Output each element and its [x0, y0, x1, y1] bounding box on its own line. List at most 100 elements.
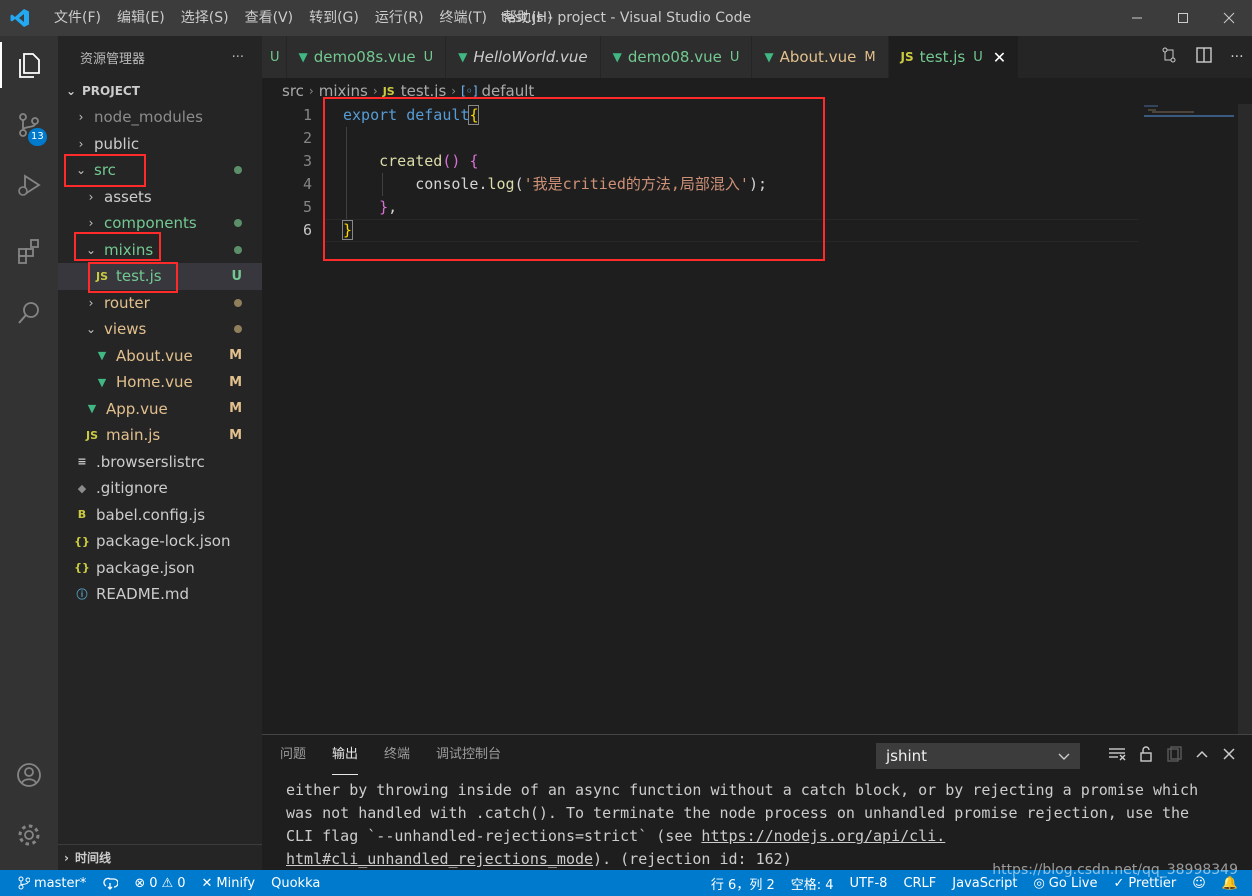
tree-item-label: README.md: [96, 585, 190, 604]
cursor-position[interactable]: 行 6，列 2: [703, 874, 783, 893]
tree-item[interactable]: ◆ .gitignore: [58, 475, 262, 502]
close-icon[interactable]: ✕: [993, 48, 1006, 67]
run-debug-icon[interactable]: [0, 156, 58, 214]
output-link[interactable]: html#cli_unhandled_rejections_mode: [286, 850, 593, 868]
output-line: CLI flag `--unhandled-rejections=strict`…: [286, 825, 1228, 848]
tree-item[interactable]: › node_modules: [58, 104, 262, 131]
menu-edit[interactable]: 编辑(E): [109, 0, 173, 36]
tab-label: About.vue: [779, 48, 857, 66]
error-count: 0: [149, 875, 158, 891]
tree-item[interactable]: {} package-lock.json: [58, 528, 262, 555]
maximize-button[interactable]: [1160, 0, 1206, 36]
project-folder-header[interactable]: ⌄ PROJECT: [58, 78, 262, 104]
more-actions-icon[interactable]: ···: [1230, 49, 1243, 65]
project-title: PROJECT: [82, 84, 140, 98]
tree-item[interactable]: ≡ .browserslistrc: [58, 449, 262, 476]
lock-icon[interactable]: [1138, 746, 1154, 766]
git-file-icon: ◆: [77, 481, 87, 495]
menu-help[interactable]: 帮助(H): [495, 0, 560, 36]
git-status-badge: M: [229, 401, 242, 417]
split-editor-icon[interactable]: [1195, 46, 1213, 68]
menu-run[interactable]: 运行(R): [367, 0, 432, 36]
search-icon[interactable]: [0, 284, 58, 342]
tree-item[interactable]: ▼ About.vue M: [58, 343, 262, 370]
code-editor[interactable]: 1 2 3 4 5 6 export default{ created() { …: [262, 97, 1252, 734]
js-file-icon: JS: [900, 50, 914, 64]
tree-item[interactable]: Bbabel.config.js: [58, 502, 262, 529]
editor-tab[interactable]: ▼ demo08.vue U: [600, 36, 753, 78]
output-channel-select[interactable]: jshint: [876, 743, 1080, 769]
accounts-icon[interactable]: [0, 746, 58, 804]
line-number: 4: [302, 175, 312, 193]
bottom-panel: 问题 输出 终端 调试控制台 jshint either by throwing…: [262, 734, 1252, 870]
tree-item[interactable]: ▼ Home.vue M: [58, 369, 262, 396]
scm-badge: 13: [28, 128, 47, 146]
menu-view[interactable]: 查看(V): [237, 0, 302, 36]
maximize-panel-icon[interactable]: [1194, 746, 1210, 766]
menu-selection[interactable]: 选择(S): [173, 0, 237, 36]
warning-icon: ⚠: [161, 875, 174, 891]
tree-item[interactable]: JS main.js M: [58, 422, 262, 449]
indentation[interactable]: 空格: 4: [783, 874, 842, 893]
sync-icon[interactable]: [94, 876, 126, 890]
problems-item[interactable]: ⊗ 0 ⚠ 0: [126, 876, 193, 891]
tree-item[interactable]: ⌄ views: [58, 316, 262, 343]
line-number: 3: [302, 152, 312, 170]
clear-output-icon[interactable]: [1108, 746, 1126, 766]
chevron-right-icon: ›: [88, 216, 94, 231]
title-bar: 文件(F) 编辑(E) 选择(S) 查看(V) 转到(G) 运行(R) 终端(T…: [0, 0, 1252, 36]
editor-tab[interactable]: ▼ HelloWorld.vue: [446, 36, 601, 78]
menu-terminal[interactable]: 终端(T): [432, 0, 495, 36]
tree-item[interactable]: › router: [58, 290, 262, 317]
tree-item[interactable]: › assets: [58, 184, 262, 211]
editor-tab[interactable]: U: [262, 36, 287, 78]
tab-debug-console[interactable]: 调试控制台: [436, 735, 501, 775]
minimap[interactable]: [1144, 104, 1234, 124]
line-ending[interactable]: CRLF: [895, 876, 944, 891]
close-window-button[interactable]: [1206, 0, 1252, 36]
timeline-section[interactable]: › 时间线: [58, 844, 262, 870]
line-number: 2: [302, 129, 312, 147]
encoding[interactable]: UTF-8: [842, 876, 896, 891]
breadcrumb-src[interactable]: src: [282, 82, 304, 100]
close-panel-icon[interactable]: [1222, 747, 1236, 765]
compare-changes-icon[interactable]: [1160, 46, 1178, 68]
minimize-button[interactable]: [1114, 0, 1160, 36]
vue-file-icon: ▼: [612, 50, 622, 64]
output-link[interactable]: https://nodejs.org/api/cli.: [701, 827, 945, 845]
chevron-down-icon: ⌄: [65, 84, 77, 98]
vue-file-icon: ▼: [87, 402, 97, 416]
editor-tab[interactable]: JS test.js U ✕: [888, 36, 1020, 78]
tree-item-label: About.vue: [116, 346, 193, 365]
explorer-icon[interactable]: [0, 36, 58, 94]
minify-item[interactable]: ✕ Minify: [193, 876, 263, 891]
line-number: 1: [302, 106, 312, 124]
tab-label: test.js: [919, 48, 966, 66]
tree-item-label: node_modules: [94, 108, 203, 127]
menu-go[interactable]: 转到(G): [301, 0, 367, 36]
editor-tab[interactable]: ▼ demo08s.vue U: [286, 36, 447, 78]
open-log-icon[interactable]: [1166, 746, 1182, 766]
editor-tabs: U ▼ demo08s.vue U ▼ HelloWorld.vue ▼ demo08.vue…: [262, 36, 1252, 78]
tree-item[interactable]: ⓘ README.md: [58, 581, 262, 608]
warning-count: 0: [177, 875, 186, 891]
quokka-item[interactable]: Quokka: [263, 876, 328, 891]
editor-scrollbar[interactable]: [1238, 104, 1252, 734]
tab-output[interactable]: 输出: [332, 735, 359, 775]
tree-item[interactable]: {} package.json: [58, 555, 262, 582]
menu-file[interactable]: 文件(F): [46, 0, 109, 36]
settings-gear-icon[interactable]: [0, 806, 58, 864]
git-branch-item[interactable]: master*: [0, 876, 94, 891]
tab-git-status: M: [864, 49, 876, 65]
source-control-icon[interactable]: 13: [0, 96, 58, 154]
extensions-icon[interactable]: [0, 222, 58, 280]
editor-tab[interactable]: ▼ About.vue M: [752, 36, 889, 78]
tab-terminal[interactable]: 终端: [384, 735, 410, 775]
tab-label: HelloWorld.vue: [473, 48, 588, 66]
tab-git-status: U: [729, 49, 740, 65]
tab-problems[interactable]: 问题: [280, 735, 306, 775]
explorer-more-button[interactable]: ···: [232, 50, 244, 65]
vue-file-icon: ▼: [764, 50, 774, 64]
git-status-dot: [234, 245, 242, 254]
tree-item[interactable]: ▼ App.vue M: [58, 396, 262, 423]
